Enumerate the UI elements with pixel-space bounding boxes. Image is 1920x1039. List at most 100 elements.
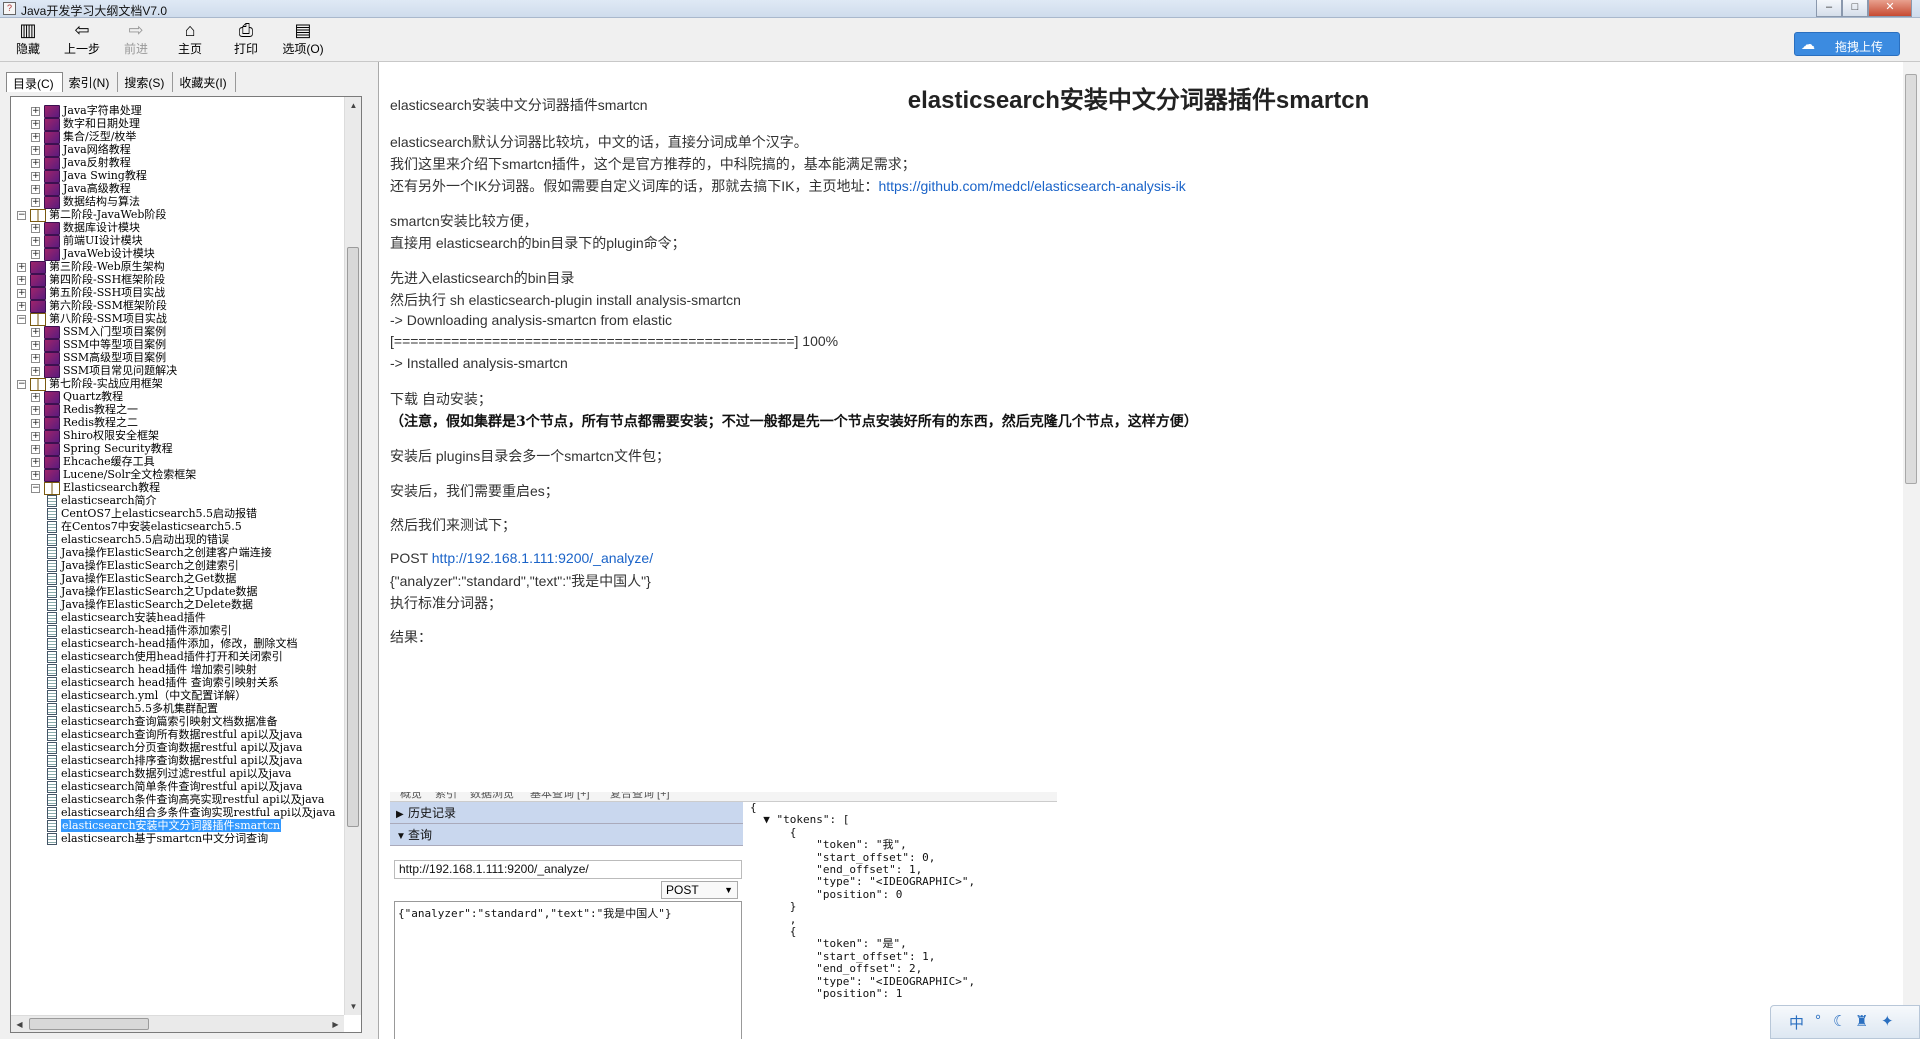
expand-icon[interactable]: + (31, 184, 40, 194)
triangle-right-icon: ▶ (396, 809, 404, 820)
expand-icon[interactable]: + (17, 288, 26, 298)
article-line: elasticsearch安装中文分词器插件smartcn (390, 97, 648, 113)
expand-icon[interactable]: + (31, 444, 40, 454)
article-link[interactable]: https://github.com/medcl/elasticsearch-a… (878, 178, 1185, 194)
article-line: 然后执行 sh elasticsearch-plugin install ana… (390, 292, 741, 308)
article-line: 然后我们来测试下； (390, 517, 516, 533)
json-line: "position": 1 (750, 987, 903, 1000)
contents-tree-panel: + Java字符串处理 + 数字和日期处理 + 集合/泛型/枚举 + Java网络教程 + Jav… (10, 96, 362, 1033)
expand-icon[interactable]: + (31, 119, 40, 129)
expand-icon[interactable]: + (17, 301, 26, 311)
scroll-right-arrow-icon[interactable]: ▶ (327, 1016, 344, 1033)
close-button[interactable]: ✕ (1868, 0, 1912, 17)
tab-search[interactable]: 搜索(S) (118, 72, 174, 92)
home-button[interactable]: ⌂ 主页 (172, 20, 208, 60)
content-pane: elasticsearch安装中文分词器插件smartcn elasticsea… (378, 62, 1920, 1039)
expand-icon[interactable]: + (17, 262, 26, 272)
article-line: 结果： (390, 629, 432, 645)
expand-icon[interactable]: + (31, 223, 40, 233)
drag-upload-button[interactable]: ☁ 拖拽上传 (1794, 32, 1900, 56)
article-link[interactable]: http://192.168.1.111:9200/_analyze/ (432, 550, 653, 566)
article-line: 下载 自动安装； (390, 391, 492, 407)
article-line: 先进入elasticsearch的bin目录 (390, 270, 575, 286)
tree-hscroll-thumb[interactable] (29, 1018, 149, 1030)
article-line: （注意，假如集群是3个节点，所有节点都需要安装；不过一般都是先一个节点安装好所有… (390, 414, 1198, 430)
query-section: ▼ 查询 (390, 824, 743, 846)
tree-page-item[interactable]: elasticsearch基于smartcn中文分词查询 (47, 831, 268, 847)
page-icon (47, 833, 57, 845)
content-vertical-scrollbar[interactable] (1903, 62, 1920, 1039)
article-line: 执行标准分词器； (390, 595, 502, 611)
article-line: -> Downloading analysis-smartcn from ela… (390, 312, 673, 328)
expand-icon[interactable]: + (31, 106, 40, 116)
collapse-icon[interactable]: − (17, 210, 26, 220)
expand-icon[interactable]: + (31, 418, 40, 428)
article-line: 我们这里来介绍下smartcn插件，这个是官方推荐的，中科院搞的，基本能满足需求… (390, 156, 916, 172)
article-line: 安装后，我们需要重启es； (390, 483, 559, 499)
ime-toolbar[interactable]: 中 ° ☾ ♜ ✦ (1770, 1005, 1920, 1039)
window-controls: – □ ✕ (1816, 0, 1912, 17)
collapse-icon[interactable]: − (31, 483, 40, 493)
minimize-button[interactable]: – (1816, 0, 1842, 17)
expand-icon[interactable]: + (31, 158, 40, 168)
contents-tree: + Java字符串处理 + 数字和日期处理 + 集合/泛型/枚举 + Java网络教程 + Jav… (11, 97, 344, 1015)
forward-arrow-icon: ⇨ (128, 20, 144, 40)
ime-mode-label: 中 (1789, 1015, 1805, 1032)
maximize-button[interactable]: □ (1842, 0, 1868, 17)
tab-index[interactable]: 索引(N) (63, 72, 119, 92)
expand-icon[interactable]: + (31, 197, 40, 207)
tab-contents[interactable]: 目录(C) (6, 72, 63, 92)
article-line: 安装后 plugins目录会多一个smartcn文件包； (390, 448, 671, 464)
url-field: http://192.168.1.111:9200/_analyze/ (394, 860, 742, 879)
tab-favorites[interactable]: 收藏夹(I) (173, 72, 236, 92)
navigation-pane: 目录(C) 索引(N) 搜索(S) 收藏夹(I) + Java字符串处理 + 数字和日… (0, 62, 370, 1039)
dropdown-arrow-icon: ▼ (724, 885, 733, 895)
tree-scroll-thumb[interactable] (347, 247, 359, 827)
result-screenshot: 概览 索引 数据浏览 基本查询 [+] 复合查询 [+] ▶ 历史记录 ▼ 查询 h… (390, 792, 1057, 1039)
expand-icon[interactable]: + (31, 392, 40, 402)
expand-icon[interactable]: + (17, 275, 26, 285)
tree-vertical-scrollbar[interactable]: ▲ ▼ (344, 97, 361, 1015)
expand-icon[interactable]: + (31, 249, 40, 259)
query-panel: ▶ 历史记录 ▼ 查询 http://192.168.1.111:9200/_ana… (390, 802, 743, 1039)
article-line: [=======================================… (390, 333, 839, 349)
expand-icon[interactable]: + (31, 353, 40, 363)
options-icon: ▤ (294, 20, 312, 40)
expand-icon[interactable]: + (31, 132, 40, 142)
window-title: Java开发学习大纲文档V7.0 (21, 4, 168, 18)
expand-icon[interactable]: + (31, 431, 40, 441)
expand-icon[interactable]: + (31, 405, 40, 415)
screenshot-tab-strip: 概览 索引 数据浏览 基本查询 [+] 复合查询 [+] (390, 792, 1057, 802)
article-line: 直接用 elasticsearch的bin目录下的plugin命令； (390, 235, 686, 251)
history-section: ▶ 历史记录 (390, 802, 743, 824)
json-response: { ▼ "tokens": [ { "token": "我", "start_o… (748, 801, 1057, 1039)
back-button[interactable]: ⇦ 上一步 (60, 20, 104, 60)
scroll-down-arrow-icon[interactable]: ▼ (345, 998, 362, 1015)
expand-icon[interactable]: + (31, 171, 40, 181)
expand-icon[interactable]: + (31, 327, 40, 337)
printer-icon: ⎙ (238, 20, 254, 40)
hide-icon: ▥ (19, 20, 37, 40)
article-line: smartcn安装比较方便， (390, 213, 538, 229)
pane-splitter[interactable] (370, 62, 378, 1039)
article-line: POST http://192.168.1.111:9200/_analyze/ (390, 550, 654, 566)
scroll-left-arrow-icon[interactable]: ◀ (11, 1016, 28, 1033)
expand-icon[interactable]: + (31, 470, 40, 480)
collapse-icon[interactable]: − (17, 379, 26, 389)
expand-icon[interactable]: + (31, 457, 40, 467)
expand-icon[interactable]: + (31, 145, 40, 155)
tree-horizontal-scrollbar[interactable]: ◀ ▶ (11, 1015, 344, 1032)
collapse-icon[interactable]: − (17, 314, 26, 324)
nav-tabs: 目录(C) 索引(N) 搜索(S) 收藏夹(I) (6, 72, 236, 92)
expand-icon[interactable]: + (31, 236, 40, 246)
back-arrow-icon: ⇦ (74, 20, 90, 40)
expand-icon[interactable]: + (31, 340, 40, 350)
shirt-icon: ♜ (1855, 1013, 1869, 1030)
content-scroll-thumb[interactable] (1905, 74, 1917, 484)
options-button[interactable]: ▤ 选项(O) (278, 20, 328, 60)
forward-button[interactable]: ⇨ 前进 (118, 20, 154, 60)
print-button[interactable]: ⎙ 打印 (228, 20, 264, 60)
scroll-up-arrow-icon[interactable]: ▲ (345, 97, 362, 114)
hide-button[interactable]: ▥ 隐藏 (10, 20, 46, 60)
expand-icon[interactable]: + (31, 366, 40, 376)
